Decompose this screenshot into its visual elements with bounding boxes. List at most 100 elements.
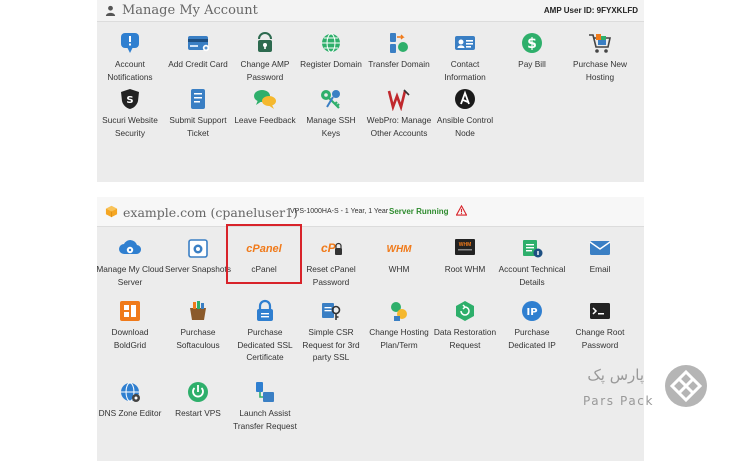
server-header: example.com (cpaneluser1) VPS-1000HA-S -… bbox=[97, 197, 644, 227]
tile-label: Restart VPS bbox=[175, 408, 221, 418]
sucuri-security-tile[interactable]: S Sucuri Website Security bbox=[96, 87, 164, 139]
contact-information-tile[interactable]: Contact Information bbox=[431, 31, 499, 83]
tile-label: Purchase New Hosting bbox=[573, 59, 627, 82]
manage-ssh-keys-tile[interactable]: Manage SSH Keys bbox=[297, 87, 365, 139]
keys-icon bbox=[321, 90, 340, 109]
warning-icon[interactable] bbox=[456, 205, 467, 216]
tile-label: Pay Bill bbox=[518, 59, 546, 69]
terminal-icon bbox=[590, 303, 610, 319]
tile-label: Root WHM bbox=[444, 264, 486, 274]
purchase-dedicated-ip-tile[interactable]: IP Purchase Dedicated IP bbox=[498, 299, 566, 351]
envelope-icon bbox=[589, 241, 611, 255]
csr-request-tile[interactable]: Simple CSR Request for 3rd party SSL bbox=[297, 299, 365, 364]
purchase-ssl-certificate-tile[interactable]: Purchase Dedicated SSL Certificate bbox=[231, 299, 299, 364]
tile-label: Transfer Domain bbox=[368, 59, 430, 69]
tile-label: Data Restoration Request bbox=[433, 327, 497, 350]
manage-account-title: Manage My Account bbox=[122, 3, 258, 18]
package-box-icon bbox=[105, 205, 118, 218]
shopping-cart-icon bbox=[589, 34, 611, 53]
server-status: Server Running bbox=[389, 207, 449, 216]
svg-text:WHM: WHM bbox=[387, 244, 413, 255]
email-tile[interactable]: Email bbox=[566, 236, 634, 276]
tile-label: Email bbox=[589, 264, 611, 274]
tile-label: Account Notifications bbox=[107, 59, 153, 82]
change-amp-password-tile[interactable]: Change AMP Password bbox=[231, 31, 299, 83]
ansible-control-node-tile[interactable]: Ansible Control Node bbox=[431, 87, 499, 139]
dns-icon bbox=[121, 382, 140, 402]
data-restore-icon bbox=[456, 301, 474, 321]
change-root-password-tile[interactable]: Change Root Password bbox=[566, 299, 634, 351]
parspack-logo-icon bbox=[665, 365, 707, 407]
submit-support-ticket-tile[interactable]: Submit Support Ticket bbox=[164, 87, 232, 139]
tile-label: Account Technical Details bbox=[498, 264, 566, 287]
ssl-lock-icon bbox=[257, 299, 273, 321]
tile-label: Change Hosting Plan/Term bbox=[369, 327, 429, 350]
restart-vps-tile[interactable]: Restart VPS bbox=[164, 380, 232, 420]
purchase-softaculous-tile[interactable]: Purchase Softaculous bbox=[164, 299, 232, 351]
transfer-domain-tile[interactable]: Transfer Domain bbox=[365, 31, 433, 71]
watermark-persian-text: پارس پک bbox=[587, 366, 644, 384]
reset-cpanel-password-tile[interactable]: cP Reset cPanel Password bbox=[297, 236, 365, 288]
account-notifications-tile[interactable]: Account Notifications bbox=[96, 31, 164, 83]
manage-cloud-server-tile[interactable]: Manage My Cloud Server bbox=[96, 236, 164, 288]
tile-label: Add Credit Card bbox=[168, 59, 228, 69]
register-domain-tile[interactable]: Register Domain bbox=[297, 31, 365, 71]
webpro-icon bbox=[387, 89, 410, 111]
tile-label: Server Snapshots bbox=[165, 264, 231, 274]
cloud-server-icon bbox=[119, 240, 142, 255]
csr-request-icon bbox=[322, 303, 341, 320]
user-icon bbox=[105, 5, 116, 16]
camera-icon bbox=[188, 239, 208, 258]
download-boldgrid-tile[interactable]: Download BoldGrid bbox=[96, 299, 164, 351]
tile-label: Download BoldGrid bbox=[111, 327, 149, 350]
lock-icon bbox=[258, 32, 272, 52]
whm-tile[interactable]: WHM WHM bbox=[365, 236, 433, 276]
shield-icon: S bbox=[121, 89, 139, 109]
webpro-manage-accounts-tile[interactable]: WebPro: Manage Other Accounts bbox=[365, 87, 433, 139]
pay-bill-tile[interactable]: $ Pay Bill bbox=[498, 31, 566, 71]
parspack-watermark: پارس پک Pars Pack bbox=[580, 364, 710, 414]
transfer-domain-icon bbox=[390, 33, 408, 53]
svg-text:cP: cP bbox=[321, 241, 337, 255]
manage-account-header: Manage My Account AMP User ID: 9FYXKLFD bbox=[97, 0, 644, 22]
root-whm-tile[interactable]: WHM Root WHM bbox=[431, 236, 499, 276]
account-details-icon bbox=[523, 240, 543, 258]
tile-label: Purchase Dedicated IP bbox=[508, 327, 556, 350]
dollar-icon: $ bbox=[522, 33, 542, 53]
data-restoration-tile[interactable]: Data Restoration Request bbox=[431, 299, 499, 351]
server-snapshots-tile[interactable]: Server Snapshots bbox=[164, 236, 232, 276]
launch-assist-icon bbox=[256, 382, 274, 402]
dedicated-ip-icon: IP bbox=[522, 301, 542, 321]
svg-text:$: $ bbox=[527, 36, 537, 52]
cpanel-reset-icon: cP bbox=[321, 241, 342, 255]
tile-label: Purchase Softaculous bbox=[176, 327, 220, 350]
svg-text:WHM: WHM bbox=[459, 242, 472, 248]
tile-label: Submit Support Ticket bbox=[169, 115, 227, 138]
add-credit-card-tile[interactable]: Add Credit Card bbox=[164, 31, 232, 71]
whm-logo-icon: WHM bbox=[387, 244, 413, 255]
contact-card-icon bbox=[455, 36, 475, 50]
boldgrid-icon bbox=[120, 301, 140, 321]
dns-zone-editor-tile[interactable]: DNS Zone Editor bbox=[96, 380, 164, 420]
notification-bubble-icon bbox=[121, 33, 139, 53]
globe-icon bbox=[322, 33, 340, 53]
change-hosting-plan-tile[interactable]: Change Hosting Plan/Term bbox=[365, 299, 433, 351]
tile-label: Register Domain bbox=[300, 59, 362, 69]
amp-user-id: AMP User ID: 9FYXKLFD bbox=[543, 6, 638, 15]
launch-assist-tile[interactable]: Launch Assist Transfer Request bbox=[231, 380, 299, 432]
tile-label: Change AMP Password bbox=[240, 59, 290, 82]
purchase-new-hosting-tile[interactable]: Purchase New Hosting bbox=[566, 31, 634, 83]
server-title: example.com (cpaneluser1) bbox=[123, 205, 298, 220]
power-icon bbox=[188, 382, 208, 402]
speech-bubbles-icon bbox=[254, 90, 276, 109]
leave-feedback-tile[interactable]: Leave Feedback bbox=[231, 87, 299, 127]
tile-label: WHM bbox=[388, 264, 410, 274]
watermark-english-text: Pars Pack bbox=[583, 394, 655, 408]
tile-label: Simple CSR Request for 3rd party SSL bbox=[302, 327, 360, 362]
tile-label: Purchase Dedicated SSL Certificate bbox=[237, 327, 293, 362]
support-ticket-icon bbox=[191, 89, 205, 109]
tile-label: DNS Zone Editor bbox=[98, 408, 162, 418]
svg-text:IP: IP bbox=[526, 307, 537, 318]
tile-label: Leave Feedback bbox=[234, 115, 296, 125]
account-technical-details-tile[interactable]: Account Technical Details bbox=[498, 236, 566, 288]
